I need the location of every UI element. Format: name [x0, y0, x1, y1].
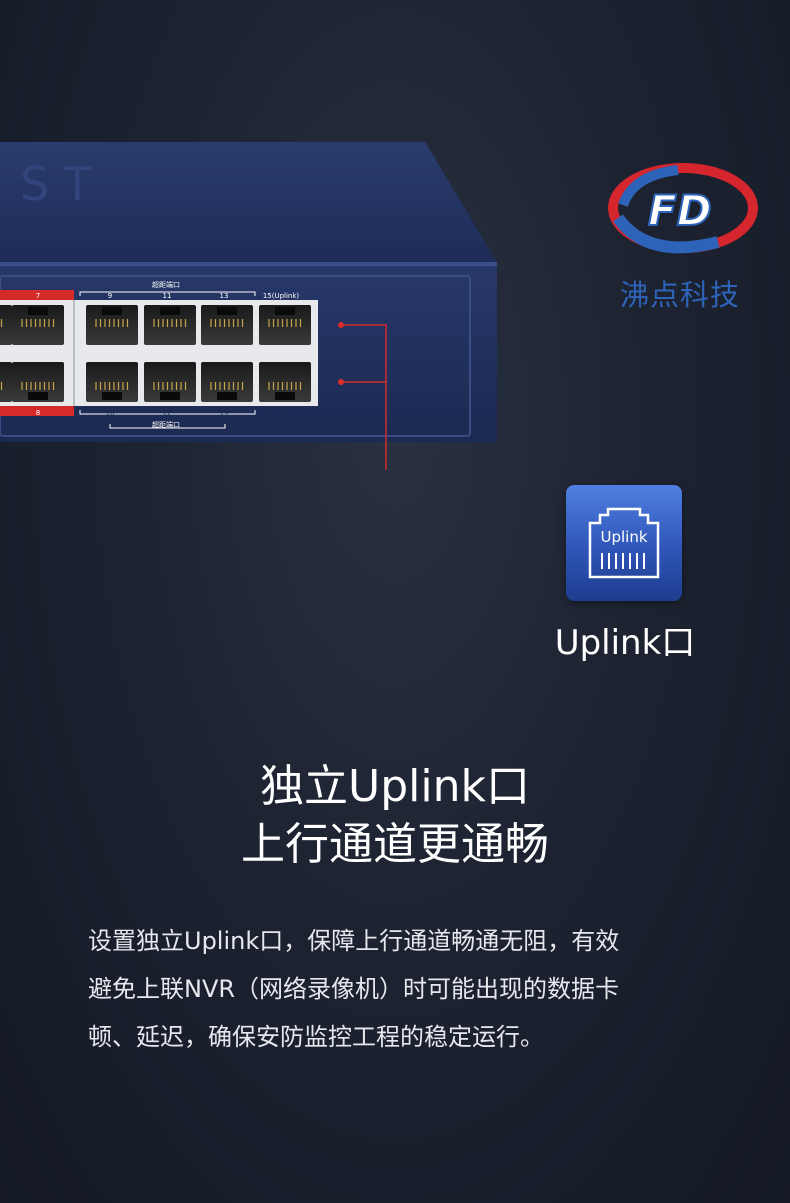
port-label-bottom: 8: [36, 409, 40, 417]
port-label-bottom: 12: [163, 409, 172, 417]
headline-line-2: 上行通道更通畅: [241, 819, 549, 870]
led-dot-top: [338, 322, 344, 328]
port-label-bottom: 10: [106, 409, 115, 417]
description-line-3: 顿、延迟，确保安防监控工程的稳定运行。: [88, 1023, 544, 1051]
ethernet-port: [12, 362, 64, 402]
ethernet-port: [0, 362, 12, 402]
brand-name: 沸点科技: [619, 278, 740, 312]
headline: 独立Uplink口 上行通道更通畅: [0, 758, 790, 874]
product-page: ST 超距端口 超距端口 7 9 11 13 15(Uplink) 8 10 12 14 16(…: [0, 0, 790, 1203]
ethernet-port: [259, 305, 311, 345]
ethernet-port: [12, 305, 64, 345]
uplink-port-badge: Uplink: [566, 485, 682, 601]
ethernet-port: [0, 305, 12, 345]
description-line-2: 避免上联NVR（网络录像机）时可能出现的数据卡: [88, 975, 620, 1003]
port-label-bottom: 14: [220, 409, 229, 417]
ethernet-port: [259, 362, 311, 402]
fd-logo-icon: FD: [608, 163, 758, 254]
group-label-top: 超距端口: [152, 280, 180, 289]
uplink-icon-label: Uplink: [600, 528, 648, 546]
led-dot-bottom: [338, 379, 344, 385]
port-label-top: 11: [163, 292, 172, 300]
ethernet-port: [86, 362, 138, 402]
port-label-top: 13: [220, 292, 229, 300]
switch-lid-logo: ST: [20, 157, 105, 211]
uplink-caption: Uplink口: [554, 623, 696, 663]
brand-logo: FD 沸点科技: [600, 160, 760, 312]
ethernet-port: [86, 305, 138, 345]
ethernet-port: [144, 305, 196, 345]
group-label-bottom: 超距端口: [152, 420, 180, 429]
logo-letters: FD: [648, 186, 712, 235]
ethernet-port: [201, 305, 253, 345]
port-label-top: 7: [36, 292, 40, 300]
port-label-bottom: 16(Uplink): [263, 409, 300, 417]
headline-line-1: 独立Uplink口: [260, 761, 530, 812]
port-label-top: 9: [108, 292, 112, 300]
description: 设置独立Uplink口，保障上行通道畅通无阻，有效 避免上联NVR（网络录像机）…: [88, 917, 708, 1061]
ethernet-port: [201, 362, 253, 402]
description-line-1: 设置独立Uplink口，保障上行通道畅通无阻，有效: [88, 927, 620, 955]
port-label-top: 15(Uplink): [263, 292, 300, 300]
ethernet-port: [144, 362, 196, 402]
